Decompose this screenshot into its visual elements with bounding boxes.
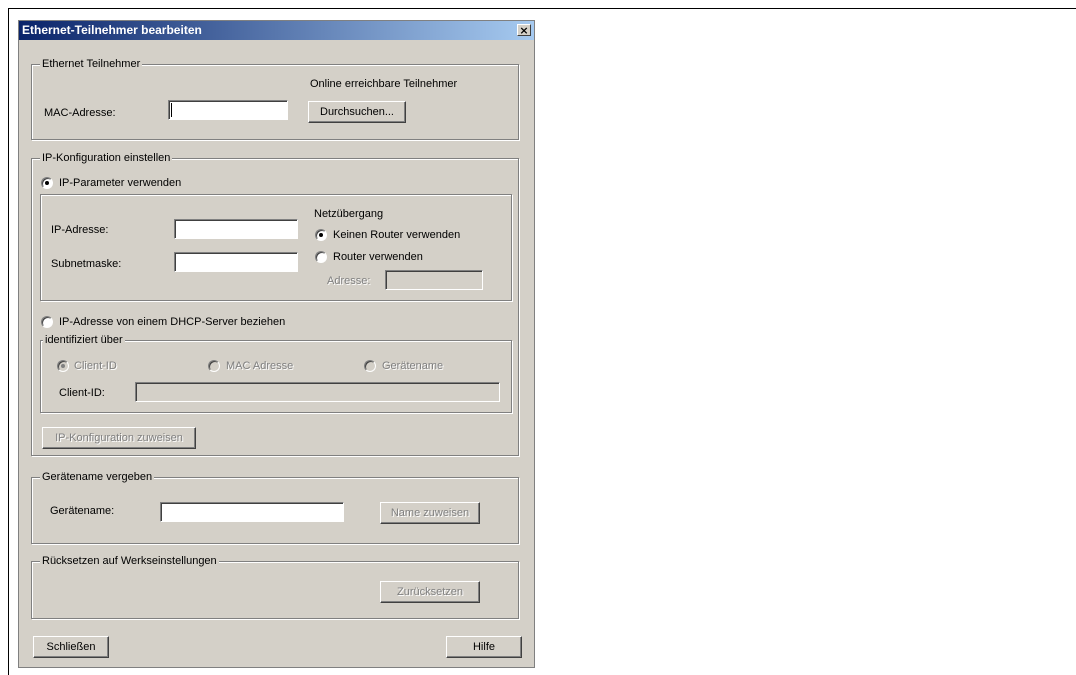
use-router-label: Router verwenden <box>333 251 423 263</box>
dialog-title: Ethernet-Teilnehmer bearbeiten <box>22 23 202 37</box>
factory-reset-legend: Rücksetzen auf Werkseinstellungen <box>40 554 219 568</box>
ethernet-node-legend: Ethernet Teilnehmer <box>40 57 143 71</box>
ip-address-input[interactable] <box>174 219 298 239</box>
dhcp-label: IP-Adresse von einem DHCP-Server beziehe… <box>59 316 286 328</box>
ip-params-panel: IP-Adresse: Subnetmaske: Netzübergang Ke… <box>40 194 512 301</box>
radio-selected-dot <box>61 364 65 368</box>
ip-configuration-group: IP-Konfiguration einstellen IP-Parameter… <box>31 151 519 456</box>
device-name-label: Gerätename: <box>50 505 115 517</box>
edit-ethernet-node-dialog: Ethernet-Teilnehmer bearbeiten × Etherne… <box>18 20 535 668</box>
client-id-label: Client-ID: <box>59 387 105 399</box>
subnet-mask-label: Subnetmaske: <box>51 258 122 270</box>
page-frame-top <box>8 8 1076 9</box>
online-nodes-label: Online erreichbare Teilnehmer <box>310 78 458 90</box>
assign-name-button[interactable]: Name zuweisen <box>380 502 480 524</box>
text-cursor <box>171 103 172 117</box>
radio-selected-dot <box>45 181 49 185</box>
dhcp-radio[interactable] <box>41 316 53 328</box>
mac-address-radio-label: MAC Adresse <box>226 360 294 372</box>
use-ip-params-label: IP-Parameter verwenden <box>59 177 182 189</box>
device-name-legend: Gerätename vergeben <box>40 470 155 484</box>
subnet-mask-input[interactable] <box>174 252 298 272</box>
help-button[interactable]: Hilfe <box>446 636 522 658</box>
ip-configuration-legend: IP-Konfiguration einstellen <box>40 151 173 165</box>
identified-by-legend: identifiziert über <box>43 333 125 347</box>
client-id-input[interactable] <box>135 382 500 402</box>
radio-selected-dot <box>319 233 323 237</box>
gateway-title: Netzübergang <box>314 208 384 220</box>
router-address-input[interactable] <box>385 270 483 290</box>
reset-button[interactable]: Zurücksetzen <box>380 581 480 603</box>
use-ip-params-radio[interactable] <box>41 177 53 189</box>
page-frame-left <box>8 8 9 675</box>
ethernet-node-group: Ethernet Teilnehmer Online erreichbare T… <box>31 57 519 140</box>
mac-address-radio[interactable] <box>208 360 220 372</box>
ip-address-label: IP-Adresse: <box>51 224 109 236</box>
browse-button[interactable]: Durchsuchen... <box>308 101 406 123</box>
close-button[interactable]: Schließen <box>33 636 109 658</box>
identified-by-group: identifiziert über Client-ID MAC Adresse… <box>40 333 512 413</box>
client-id-radio-label: Client-ID <box>74 360 117 372</box>
client-id-radio[interactable] <box>57 360 69 372</box>
device-name-radio-label: Gerätename <box>382 360 444 372</box>
assign-ip-config-button[interactable]: IP-Konfiguration zuweisen <box>42 427 196 449</box>
device-name-group: Gerätename vergeben Gerätename: Name zuw… <box>31 470 519 544</box>
dialog-title-bar: Ethernet-Teilnehmer bearbeiten × <box>19 21 534 40</box>
close-icon[interactable]: × <box>517 24 531 36</box>
no-router-radio[interactable] <box>315 229 327 241</box>
router-address-label: Adresse: <box>327 275 371 287</box>
device-name-input[interactable] <box>160 502 344 522</box>
factory-reset-group: Rücksetzen auf Werkseinstellungen Zurück… <box>31 554 519 619</box>
device-name-radio[interactable] <box>364 360 376 372</box>
mac-address-input[interactable] <box>168 100 288 120</box>
use-router-radio[interactable] <box>315 251 327 263</box>
no-router-label: Keinen Router verwenden <box>333 229 461 241</box>
mac-address-label: MAC-Adresse: <box>44 107 116 119</box>
